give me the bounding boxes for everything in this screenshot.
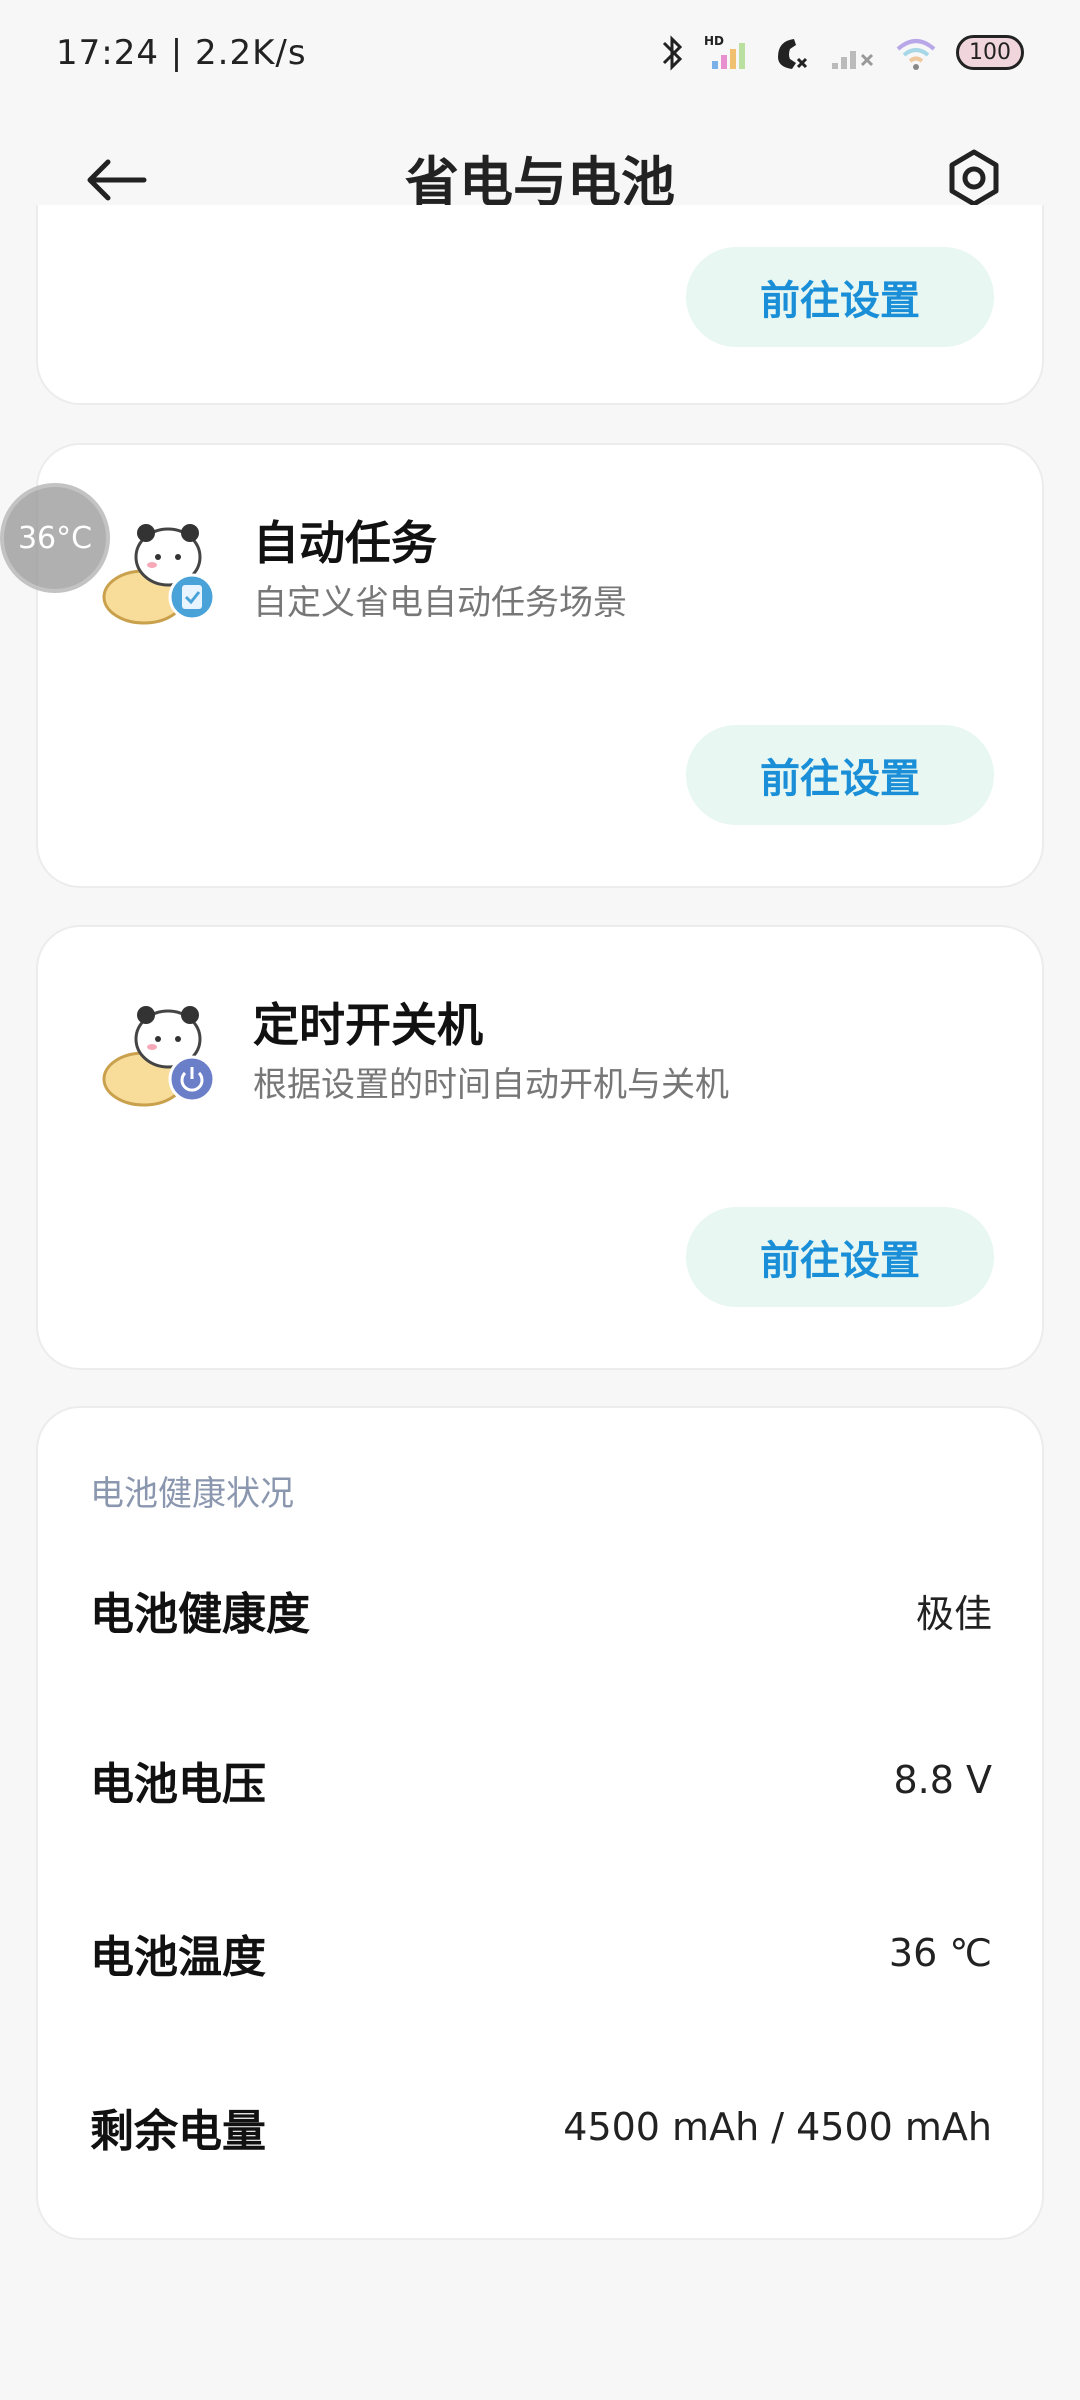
info-value: 4500 mAh / 4500 mAh: [563, 2105, 992, 2149]
feature-title: 定时开关机: [253, 998, 483, 1052]
info-label: 电池电压: [90, 1759, 266, 1810]
info-value: 极佳: [915, 1591, 992, 1636]
gear-icon: [949, 149, 999, 207]
info-value: 8.8 V: [893, 1758, 992, 1802]
floating-temperature-bubble[interactable]: 36°C: [0, 483, 110, 593]
go-settings-button[interactable]: 前往设置: [686, 247, 994, 347]
battery-indicator: 100: [956, 35, 1024, 70]
go-settings-button[interactable]: 前往设置: [686, 1207, 994, 1307]
panda-clipboard-icon: [96, 505, 236, 635]
feature-description: 自定义省电自动任务场景: [253, 583, 627, 623]
battery-voltage-row: 电池电压 8.8 V: [90, 1748, 992, 1812]
status-time-speed: 17:24 | 2.2K/s: [56, 32, 307, 73]
bluetooth-icon: [660, 33, 686, 73]
feature-description: 根据设置的时间自动开机与关机: [253, 1065, 729, 1105]
hd-label: HD: [704, 34, 724, 48]
remaining-capacity-row: 剩余电量 4500 mAh / 4500 mAh: [90, 2095, 992, 2159]
signal-hd-icon: HD: [704, 33, 754, 73]
scheduled-power-card: 定时开关机 根据设置的时间自动开机与关机 前往设置: [36, 925, 1044, 1370]
wifi-icon: [894, 33, 938, 73]
info-label: 电池健康度: [90, 1589, 310, 1640]
info-value: 36 ℃: [888, 1931, 992, 1975]
section-title: 电池健康状况: [90, 1474, 294, 1514]
call-off-icon: [772, 33, 810, 73]
go-settings-button[interactable]: 前往设置: [686, 725, 994, 825]
settings-button[interactable]: [938, 142, 1010, 214]
battery-temperature-row: 电池温度 36 ℃: [90, 1921, 992, 1985]
back-arrow-icon: [87, 159, 147, 201]
status-bar: 17:24 | 2.2K/s HD 100: [0, 0, 1080, 105]
feature-title: 自动任务: [253, 516, 437, 570]
info-label: 电池温度: [90, 1932, 266, 1983]
battery-health-card: 电池健康状况 电池健康度 极佳 电池电压 8.8 V 电池温度 36 ℃ 剩余电…: [36, 1406, 1044, 2240]
battery-health-row[interactable]: 电池健康度 极佳: [90, 1578, 992, 1642]
panda-power-icon: [96, 987, 236, 1117]
auto-task-card: 自动任务 自定义省电自动任务场景 前往设置: [36, 443, 1044, 888]
info-label: 剩余电量: [90, 2106, 266, 2157]
partial-feature-card: 前往设置: [36, 205, 1044, 405]
signal-off-icon: [828, 33, 876, 73]
status-icons: HD 100: [660, 33, 1024, 73]
